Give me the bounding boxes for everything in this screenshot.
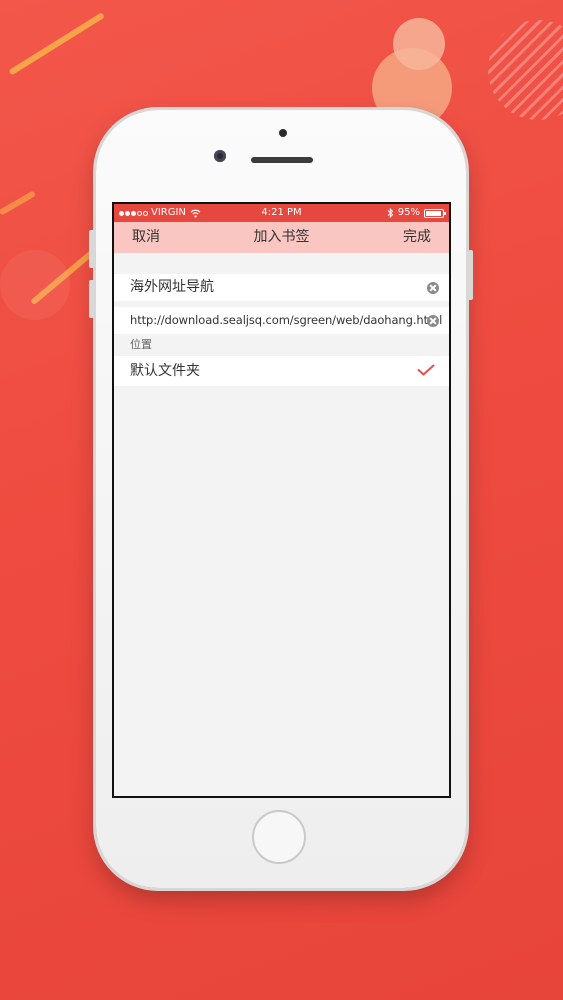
location-label: 位置 — [130, 338, 152, 351]
phone-frame: VIRGIN 4:21 PM 95% 取消 加入书签 完成 海外网址导航 htt… — [89, 110, 473, 888]
clear-url-icon[interactable] — [427, 315, 439, 327]
decor-hatched-circle — [488, 20, 563, 120]
folder-option-default[interactable]: 默认文件夹 — [114, 356, 449, 386]
decor-stripe — [0, 190, 37, 216]
screen: VIRGIN 4:21 PM 95% 取消 加入书签 完成 海外网址导航 htt… — [112, 202, 451, 798]
home-button[interactable] — [252, 810, 306, 864]
nav-bar: 取消 加入书签 完成 — [114, 222, 449, 253]
battery-group: 95% — [387, 204, 446, 222]
decor-circle — [0, 250, 70, 320]
bookmark-url-value: http://download.sealjsq.com/sgreen/web/d… — [130, 313, 443, 327]
volume-button — [89, 230, 95, 268]
bookmark-title-value: 海外网址导航 — [130, 279, 214, 295]
status-bar: VIRGIN 4:21 PM 95% — [114, 204, 449, 222]
volume-button — [89, 280, 95, 318]
front-camera — [214, 150, 226, 162]
bookmark-url-field[interactable]: http://download.sealjsq.com/sgreen/web/d… — [114, 307, 449, 334]
folder-name: 默认文件夹 — [130, 363, 200, 379]
clear-title-icon[interactable] — [427, 282, 439, 294]
bookmark-title-field[interactable]: 海外网址导航 — [114, 274, 449, 301]
earpiece-speaker — [251, 157, 313, 163]
decor-circle — [393, 18, 445, 70]
power-button — [467, 250, 473, 300]
proximity-sensor — [279, 129, 287, 137]
decor-stripe — [8, 12, 105, 76]
done-button[interactable]: 完成 — [403, 222, 431, 253]
bluetooth-icon — [387, 208, 393, 218]
checkmark-icon — [417, 364, 435, 376]
page-title: 加入书签 — [253, 229, 310, 245]
battery-percent: 95% — [397, 207, 420, 218]
battery-icon — [424, 208, 446, 218]
